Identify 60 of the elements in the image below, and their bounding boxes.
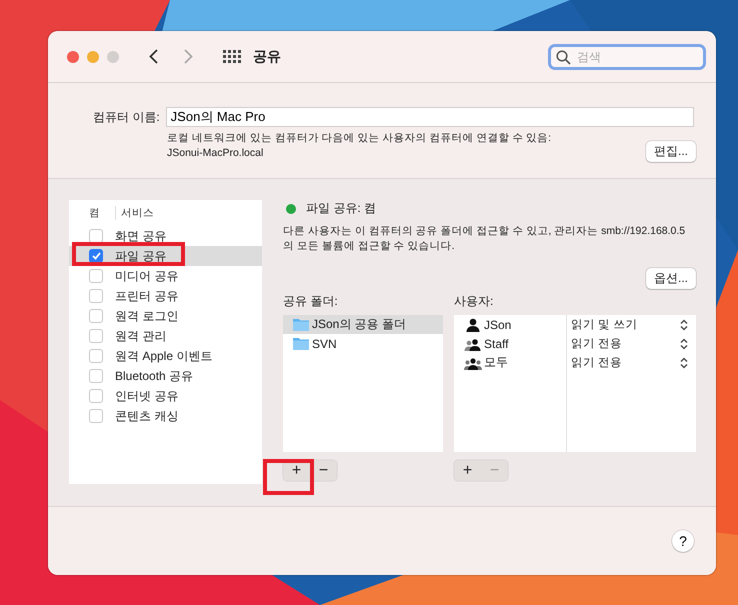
checkbox[interactable]	[89, 369, 103, 383]
forward-icon[interactable]	[184, 49, 193, 64]
stepper-icon	[680, 338, 688, 350]
service-item[interactable]: 미디어 공유	[69, 266, 262, 286]
options-button[interactable]: 옵션...	[646, 268, 696, 289]
service-item[interactable]: 인터넷 공유	[69, 386, 262, 406]
description-text: 로컬 네트워크에 있는 컴퓨터가 다음에 있는 사용자의 컴퓨터에 연결할 수 있음:	[167, 131, 552, 146]
search-icon	[556, 50, 571, 64]
service-item[interactable]: 콘텐츠 캐싱	[69, 406, 262, 426]
zoom-button[interactable]	[107, 50, 119, 62]
column-header: 서비스	[121, 206, 154, 220]
minimize-button[interactable]	[87, 50, 99, 62]
list-label: 공유 폴더:	[283, 293, 339, 310]
group-icon	[464, 336, 482, 350]
folder-icon	[293, 318, 309, 331]
checkbox[interactable]	[89, 309, 103, 323]
checkbox[interactable]	[89, 229, 103, 243]
column-header: 켬	[89, 206, 116, 220]
permission-popup[interactable]: 읽기 전용	[567, 334, 696, 353]
stepper-icon	[680, 356, 688, 368]
person-icon	[464, 318, 482, 332]
remove-button[interactable]: −	[310, 460, 337, 481]
edit-button[interactable]: 편집...	[646, 141, 696, 162]
checkbox[interactable]	[89, 349, 103, 363]
checkbox[interactable]	[89, 329, 103, 343]
group-icon	[464, 356, 482, 370]
checkbox[interactable]	[89, 389, 103, 403]
search-field[interactable]: 검색	[548, 44, 706, 70]
folder-icon	[293, 337, 309, 350]
list-label: 사용자:	[454, 293, 494, 310]
permission-popup[interactable]: 읽기 전용	[567, 353, 696, 372]
user-item[interactable]: JSon	[454, 315, 566, 334]
status-text: 파일 공유: 켬	[306, 200, 376, 217]
service-item[interactable]: Bluetooth 공유	[69, 366, 262, 386]
field-label: 컴퓨터 이름:	[93, 108, 160, 126]
address-text: JSonui-MacPro.local	[167, 146, 264, 161]
user-item[interactable]: 모두	[454, 353, 566, 372]
status-description: 다른 사용자는 이 컴퓨터의 공유 폴더에 접근할 수 있고, 관리자는 smb://192.168.0.5의 모든 볼륨에 접근할 수 있습니다.	[283, 224, 686, 254]
service-item[interactable]: 프린터 공유	[69, 286, 262, 306]
service-item[interactable]: 화면 공유	[69, 226, 262, 246]
folder-item[interactable]: SVN	[283, 334, 443, 353]
grid-icon[interactable]	[223, 50, 241, 64]
back-icon[interactable]	[149, 49, 158, 64]
user-item[interactable]: Staff	[454, 334, 566, 353]
checkbox[interactable]	[89, 269, 103, 283]
permission-popup[interactable]: 읽기 및 쓰기	[567, 315, 696, 334]
checkbox[interactable]	[89, 249, 103, 263]
checkbox[interactable]	[89, 289, 103, 303]
checkbox[interactable]	[89, 409, 103, 423]
add-button[interactable]: +	[283, 460, 310, 481]
service-item[interactable]: 원격 관리	[69, 326, 262, 346]
folder-item[interactable]: JSon의 공용 폴더	[283, 315, 443, 334]
service-item[interactable]: 원격 로그인	[69, 306, 262, 326]
window-title: 공유	[253, 48, 281, 66]
service-item[interactable]: 원격 Apple 이벤트	[69, 346, 262, 366]
computer-name-field[interactable]: JSon의 Mac Pro	[166, 107, 694, 127]
stepper-icon	[680, 318, 688, 330]
close-button[interactable]	[67, 50, 79, 62]
add-button[interactable]: +	[454, 460, 481, 481]
help-button[interactable]: ?	[672, 530, 694, 552]
